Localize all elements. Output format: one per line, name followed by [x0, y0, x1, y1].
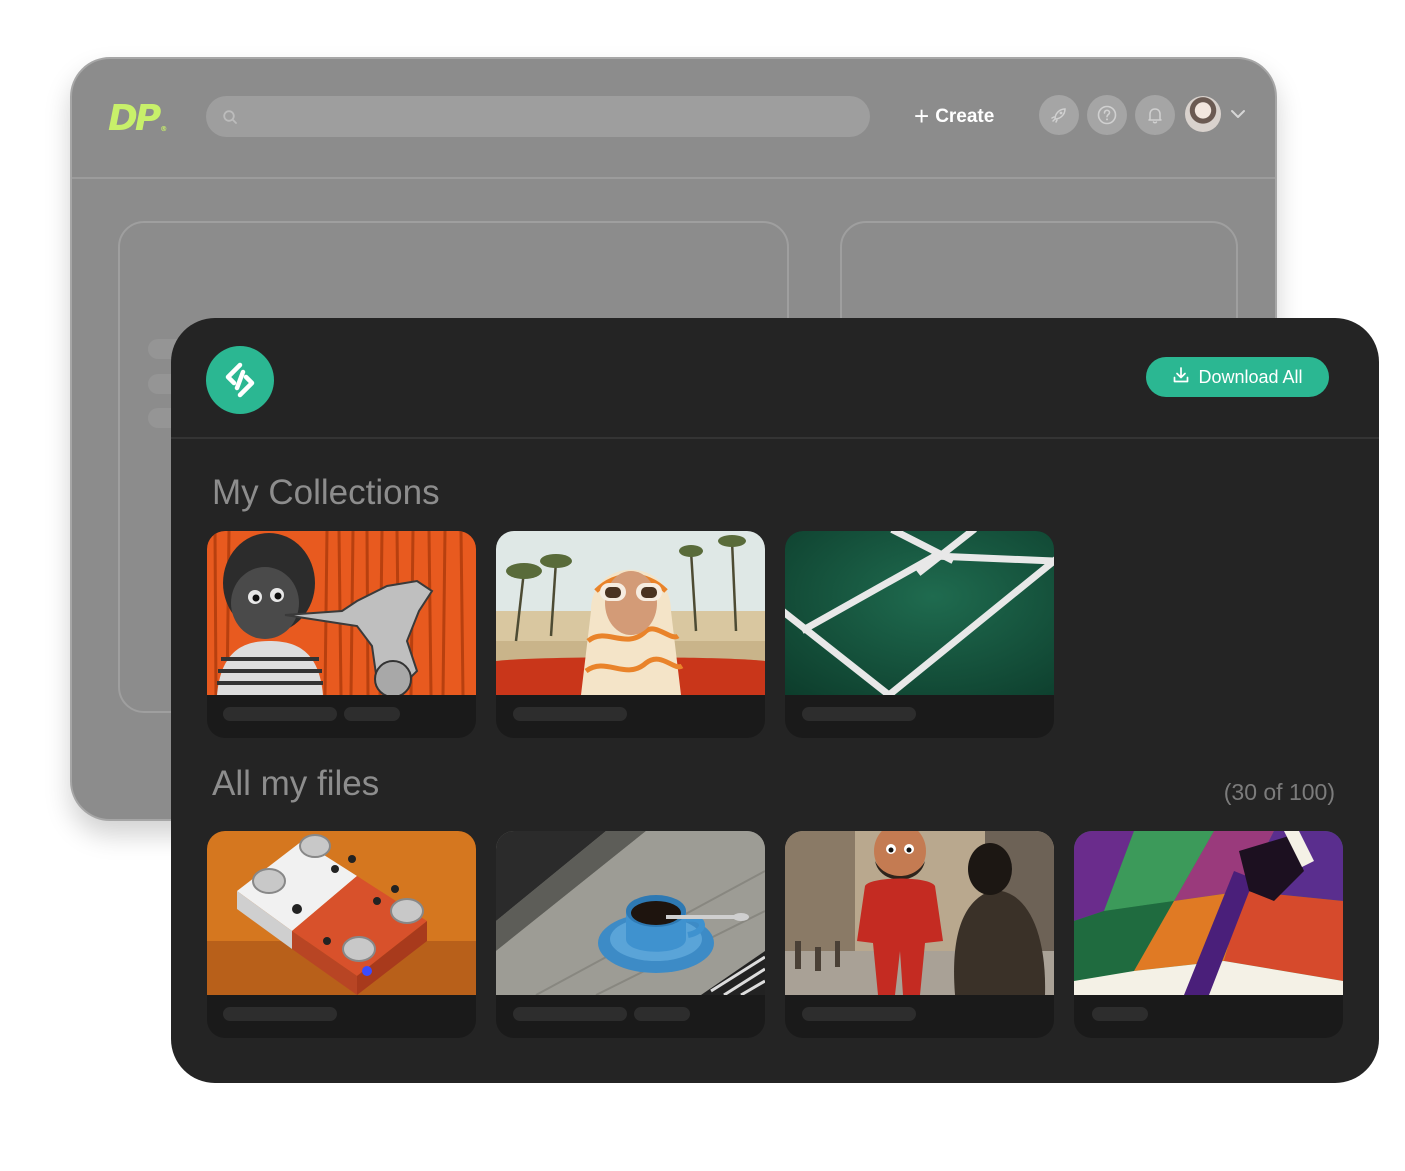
create-button[interactable]: + Create [914, 102, 994, 132]
file-thumbnail-red-jumpsuit-character [785, 831, 1054, 995]
download-icon [1172, 366, 1190, 389]
all-my-files-heading: All my files [212, 764, 380, 803]
placeholder-line [802, 1007, 916, 1021]
chevron-down-icon[interactable] [1230, 106, 1246, 118]
placeholder-line [1092, 1007, 1148, 1021]
dp-logo-text: DP [108, 97, 161, 139]
plus-icon: + [914, 100, 930, 131]
placeholder-line [223, 707, 337, 721]
placeholder-line [223, 1007, 337, 1021]
placeholder-line [513, 1007, 627, 1021]
create-button-label: Create [935, 106, 995, 127]
brand-logo-icon[interactable] [206, 346, 274, 414]
placeholder-line [344, 707, 400, 721]
collection-thumbnail-tennis-court [785, 531, 1054, 695]
collection-thumbnail-saxophone [207, 531, 476, 695]
rocket-icon[interactable] [1039, 95, 1079, 135]
bell-icon[interactable] [1135, 95, 1175, 135]
placeholder-line [513, 707, 627, 721]
user-avatar[interactable] [1185, 96, 1221, 132]
dp-logo-registered-mark: ® [160, 125, 168, 133]
file-thumbnail-coffee-cup [496, 831, 765, 995]
collections-header: Download All [171, 318, 1379, 439]
collection-thumbnail-woman-in-car [496, 531, 765, 695]
placeholder-line [634, 1007, 690, 1021]
placeholder-line [802, 707, 916, 721]
my-collections-heading: My Collections [212, 473, 440, 512]
background-app-header: DP ® + Create [72, 59, 1275, 179]
collections-window: Download All My Collections All my files… [171, 318, 1379, 1083]
collection-card[interactable] [496, 531, 765, 738]
file-card[interactable] [207, 831, 476, 1038]
help-icon[interactable] [1087, 95, 1127, 135]
download-all-label: Download All [1198, 366, 1303, 387]
file-card[interactable] [1074, 831, 1343, 1038]
dp-logo[interactable]: DP ® [108, 97, 170, 139]
collection-card[interactable] [207, 531, 476, 738]
collection-card[interactable] [785, 531, 1054, 738]
search-input[interactable] [246, 96, 846, 137]
file-thumbnail-synth-pedals [207, 831, 476, 995]
file-thumbnail-geometric-abstract [1074, 831, 1343, 995]
file-card[interactable] [785, 831, 1054, 1038]
file-card[interactable] [496, 831, 765, 1038]
download-all-button[interactable]: Download All [1146, 357, 1329, 397]
search-bar[interactable] [206, 96, 870, 137]
files-count: (30 of 100) [1223, 779, 1335, 805]
search-icon [222, 109, 238, 125]
